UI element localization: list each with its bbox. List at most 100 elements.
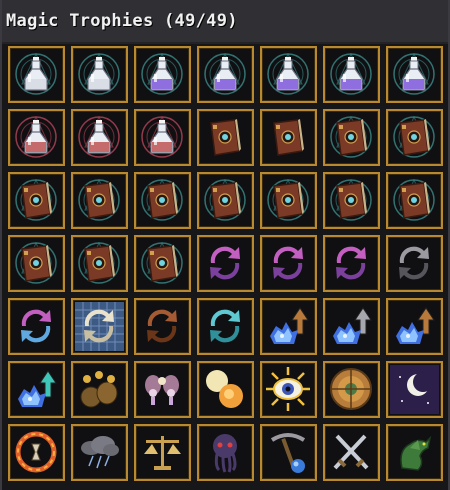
sun-eye-icon <box>266 367 310 411</box>
potion-icon <box>78 115 120 158</box>
trophy-slot[interactable] <box>197 235 254 292</box>
trophy-slot[interactable] <box>197 46 254 103</box>
trophy-slot[interactable] <box>71 361 128 418</box>
trophy-slot[interactable] <box>71 298 128 355</box>
spellbook-icon <box>267 178 309 221</box>
cycle-icon <box>75 302 124 351</box>
spellbook-icon <box>204 178 246 221</box>
trophy-grid <box>8 46 443 481</box>
spellbook-icon <box>78 178 120 221</box>
trophy-slot[interactable] <box>134 46 191 103</box>
moon-night-icon <box>390 365 439 414</box>
trophy-slot[interactable] <box>386 361 443 418</box>
trophy-slot[interactable] <box>134 109 191 166</box>
dragon-icon <box>400 435 432 471</box>
trophy-slot[interactable] <box>260 172 317 229</box>
potion-icon <box>267 52 309 95</box>
spellbook-icon <box>330 178 372 221</box>
trophy-slot[interactable] <box>71 172 128 229</box>
trophy-slot[interactable] <box>323 424 380 481</box>
trophy-slot[interactable] <box>323 298 380 355</box>
spellbook-icon <box>330 115 372 158</box>
trophy-slot[interactable] <box>260 361 317 418</box>
trophy-slot[interactable] <box>260 235 317 292</box>
shield-icon <box>330 368 372 410</box>
cycle-icon <box>210 309 240 343</box>
cycle-icon <box>336 246 366 280</box>
trophy-slot[interactable] <box>323 361 380 418</box>
spellbook-icon <box>210 119 241 156</box>
trophy-slot[interactable] <box>134 172 191 229</box>
trophy-slot[interactable] <box>8 46 65 103</box>
trophy-slot[interactable] <box>386 298 443 355</box>
potion-icon <box>141 115 183 158</box>
trophy-slot[interactable] <box>386 109 443 166</box>
spellbook-icon <box>393 115 435 158</box>
panel-title: Magic Trophies (49/49) <box>6 11 238 31</box>
trophy-slot[interactable] <box>197 172 254 229</box>
trophy-slot[interactable] <box>71 109 128 166</box>
potion-icon <box>204 52 246 95</box>
spellbook-icon <box>15 178 57 221</box>
trophy-slot[interactable] <box>8 424 65 481</box>
trophy-slot[interactable] <box>323 172 380 229</box>
trophy-slot[interactable] <box>323 46 380 103</box>
cycle-icon <box>210 246 240 280</box>
crystal-arrow-icon <box>396 307 435 344</box>
cthulhu-icon <box>213 434 237 473</box>
trophy-slot[interactable] <box>8 172 65 229</box>
cycle-icon <box>21 309 51 343</box>
trophy-slot[interactable] <box>197 361 254 418</box>
trophy-slot[interactable] <box>134 424 191 481</box>
trophy-slot[interactable] <box>8 109 65 166</box>
crystal-arrow-icon <box>270 307 309 344</box>
trophy-slot[interactable] <box>134 361 191 418</box>
trophy-slot[interactable] <box>8 298 65 355</box>
trophy-slot[interactable] <box>260 424 317 481</box>
fire-ring-icon <box>15 431 57 473</box>
trophy-slot[interactable] <box>386 235 443 292</box>
crystal-arrow-icon <box>18 370 57 407</box>
storm-cloud-icon <box>81 436 119 469</box>
trophy-slot[interactable] <box>386 424 443 481</box>
trophy-slot[interactable] <box>134 235 191 292</box>
trophy-slot[interactable] <box>386 172 443 229</box>
potion-icon <box>330 52 372 95</box>
magic-trophies-panel: Magic Trophies (49/49) <box>0 0 450 490</box>
trophy-slot[interactable] <box>71 46 128 103</box>
trophy-slot[interactable] <box>71 235 128 292</box>
crystal-arrow-icon <box>333 307 372 344</box>
fairies-icon <box>145 375 179 405</box>
trophy-slot[interactable] <box>260 298 317 355</box>
potion-icon <box>141 52 183 95</box>
trophy-slot[interactable] <box>197 298 254 355</box>
spellbook-icon <box>15 241 57 284</box>
scales-icon <box>144 436 181 470</box>
panel-header: Magic Trophies (49/49) <box>2 0 448 44</box>
trophy-slot[interactable] <box>8 235 65 292</box>
moon-sun-icon <box>206 370 243 408</box>
trophy-slot[interactable] <box>71 424 128 481</box>
spellbook-icon <box>78 241 120 284</box>
coin-bags-icon <box>80 371 118 408</box>
trophy-slot[interactable] <box>260 46 317 103</box>
cycle-icon <box>399 246 429 280</box>
crossed-swords-icon <box>333 434 369 470</box>
trophy-slot[interactable] <box>323 235 380 292</box>
potion-icon <box>78 52 120 95</box>
trophy-slot[interactable] <box>197 109 254 166</box>
cycle-icon <box>273 246 303 280</box>
trophy-slot[interactable] <box>323 109 380 166</box>
spellbook-icon <box>273 119 304 156</box>
potion-icon <box>15 52 57 95</box>
cycle-icon <box>147 309 177 343</box>
potion-icon <box>393 52 435 95</box>
trophy-slot[interactable] <box>8 361 65 418</box>
trophy-slot[interactable] <box>260 109 317 166</box>
trophy-slot[interactable] <box>134 298 191 355</box>
spellbook-icon <box>141 241 183 284</box>
pickaxe-orb-icon <box>270 433 306 473</box>
trophy-slot[interactable] <box>386 46 443 103</box>
trophy-slot[interactable] <box>197 424 254 481</box>
spellbook-icon <box>141 178 183 221</box>
